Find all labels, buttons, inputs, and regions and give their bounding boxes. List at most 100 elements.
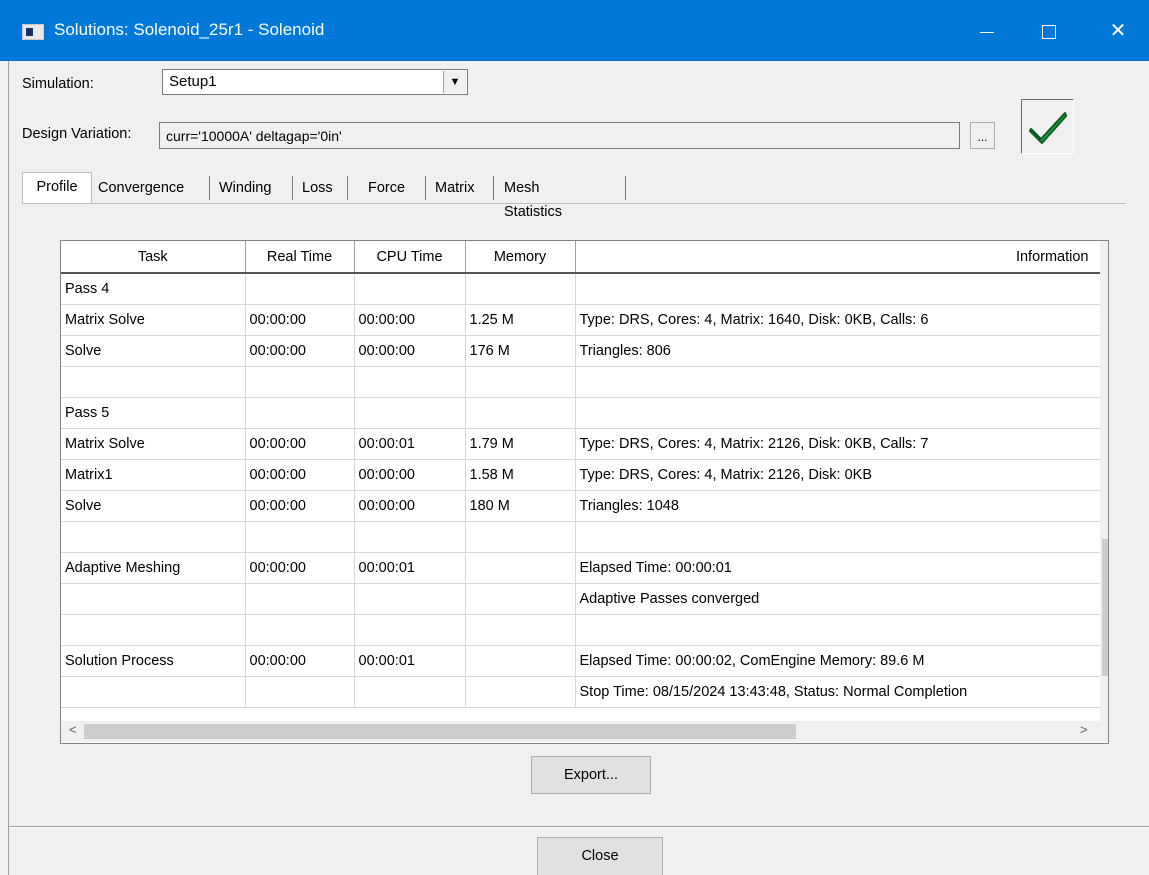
cell-task: Solve <box>61 490 246 522</box>
cell-memory: 180 M <box>465 490 576 522</box>
cell-cpu-time: 00:00:00 <box>354 490 466 522</box>
profile-table: Task Real Time CPU Time Memory Informati… <box>60 240 1109 744</box>
design-variation-label: Design Variation: <box>22 126 132 142</box>
table-row[interactable] <box>61 521 1102 553</box>
column-header-memory[interactable]: Memory <box>465 241 576 274</box>
table-row[interactable]: Solve 00:00:00 00:00:00 180 M Triangles: 104… <box>61 490 1102 522</box>
check-icon <box>1029 112 1067 144</box>
cell-task: Matrix Solve <box>61 304 246 336</box>
maximize-icon <box>1042 25 1056 40</box>
cell-cpu-time: 00:00:01 <box>354 645 466 677</box>
close-button[interactable]: Close <box>537 837 663 875</box>
horizontal-scroll-thumb[interactable] <box>84 724 796 739</box>
cell-real-time <box>245 366 355 398</box>
cell-memory <box>465 614 576 646</box>
column-header-information[interactable]: Information <box>575 241 1102 274</box>
browse-variation-button[interactable]: ... <box>970 122 995 149</box>
tab-divider <box>209 176 210 200</box>
cell-cpu-time <box>354 366 466 398</box>
table-row[interactable]: Matrix Solve 00:00:00 00:00:01 1.79 M Type: … <box>61 428 1102 460</box>
simulation-label: Simulation: <box>22 76 94 92</box>
tab-divider <box>347 176 348 200</box>
cell-task <box>61 521 246 553</box>
scroll-left-icon[interactable]: < <box>69 722 77 737</box>
minimize-icon <box>980 31 994 33</box>
cell-information: Elapsed Time: 00:00:02, ComEngine Memory… <box>575 645 1102 677</box>
cell-real-time: 00:00:00 <box>245 335 355 367</box>
cell-real-time <box>245 397 355 429</box>
cell-memory <box>465 552 576 584</box>
cell-memory: 1.79 M <box>465 428 576 460</box>
tab-mesh-statistics[interactable]: Mesh Statistics <box>504 176 562 220</box>
cell-task: Solve <box>61 335 246 367</box>
window-title: Solutions: Solenoid_25r1 - Solenoid <box>54 20 325 39</box>
table-row[interactable]: Matrix1 00:00:00 00:00:00 1.58 M Type: DRS, … <box>61 459 1102 491</box>
tab-divider <box>292 176 293 200</box>
cell-real-time: 00:00:00 <box>245 490 355 522</box>
cell-cpu-time: 00:00:01 <box>354 552 466 584</box>
cell-memory <box>465 366 576 398</box>
export-button[interactable]: Export... <box>531 756 651 794</box>
tab-matrix[interactable]: Matrix <box>435 176 474 202</box>
minimize-button[interactable] <box>964 14 1010 48</box>
cell-task <box>61 366 246 398</box>
cell-information <box>575 614 1102 646</box>
tab-divider <box>493 176 494 200</box>
table-row[interactable]: Stop Time: 08/15/2024 13:43:48, Status: … <box>61 676 1102 708</box>
close-window-button[interactable]: ✕ <box>1095 14 1141 48</box>
table-header-row: Task Real Time CPU Time Memory Informati… <box>61 241 1102 274</box>
table-row[interactable]: Matrix Solve 00:00:00 00:00:00 1.25 M Type: … <box>61 304 1102 336</box>
table-row[interactable]: Adaptive Passes converged <box>61 583 1102 615</box>
table-row[interactable] <box>61 614 1102 646</box>
column-header-task[interactable]: Task <box>61 241 246 274</box>
scroll-right-icon[interactable]: > <box>1080 722 1088 737</box>
cell-cpu-time <box>354 397 466 429</box>
status-indicator <box>1021 99 1074 154</box>
table-row[interactable] <box>61 366 1102 398</box>
table-row[interactable]: Solution Process 00:00:00 00:00:01 Elapsed … <box>61 645 1102 677</box>
cell-information: Adaptive Passes converged <box>575 583 1102 615</box>
chevron-down-icon[interactable]: ▼ <box>443 71 466 93</box>
table-row[interactable]: Pass 5 <box>61 397 1102 429</box>
cell-task <box>61 614 246 646</box>
tab-winding[interactable]: Winding <box>219 176 271 202</box>
simulation-dropdown[interactable]: Setup1 ▼ <box>162 69 468 95</box>
cell-memory <box>465 397 576 429</box>
column-header-cpu-time[interactable]: CPU Time <box>354 241 466 274</box>
cell-memory <box>465 645 576 677</box>
table-row[interactable]: Pass 4 <box>61 273 1102 305</box>
cell-real-time <box>245 614 355 646</box>
column-header-real-time[interactable]: Real Time <box>245 241 355 274</box>
cell-cpu-time: 00:00:00 <box>354 335 466 367</box>
simulation-value: Setup1 <box>169 73 217 90</box>
design-variation-field: curr='10000A' deltagap='0in' <box>159 122 960 149</box>
cell-information <box>575 521 1102 553</box>
vertical-scrollbar[interactable]: ∧ ∨ <box>1100 241 1108 721</box>
cell-cpu-time: 00:00:00 <box>354 459 466 491</box>
cell-real-time: 00:00:00 <box>245 552 355 584</box>
scroll-down-icon[interactable]: ∨ <box>1100 696 1108 710</box>
cell-real-time: 00:00:00 <box>245 645 355 677</box>
vertical-scroll-thumb[interactable] <box>1102 539 1108 676</box>
horizontal-scrollbar[interactable]: < > <box>61 721 1108 742</box>
scroll-up-icon[interactable]: ∧ <box>1100 248 1108 262</box>
cell-information: Stop Time: 08/15/2024 13:43:48, Status: … <box>575 676 1102 708</box>
cell-task: Adaptive Meshing <box>61 552 246 584</box>
cell-task: Solution Process <box>61 645 246 677</box>
cell-information: Elapsed Time: 00:00:01 <box>575 552 1102 584</box>
table-row[interactable]: Solve 00:00:00 00:00:00 176 M Triangles: 806 <box>61 335 1102 367</box>
cell-real-time: 00:00:00 <box>245 428 355 460</box>
cell-information <box>575 273 1102 305</box>
tab-profile[interactable]: Profile <box>22 172 92 204</box>
tab-force[interactable]: Force <box>368 176 405 202</box>
tab-convergence[interactable]: Convergence <box>98 176 184 202</box>
cell-real-time: 00:00:00 <box>245 459 355 491</box>
tab-loss[interactable]: Loss <box>302 176 333 202</box>
maximize-button[interactable] <box>1026 14 1072 48</box>
cell-memory: 1.58 M <box>465 459 576 491</box>
cell-information: Type: DRS, Cores: 4, Matrix: 1640, Disk:… <box>575 304 1102 336</box>
cell-memory <box>465 583 576 615</box>
table-row[interactable]: Adaptive Meshing 00:00:00 00:00:01 Elapsed … <box>61 552 1102 584</box>
cell-cpu-time <box>354 583 466 615</box>
cell-cpu-time: 00:00:00 <box>354 304 466 336</box>
